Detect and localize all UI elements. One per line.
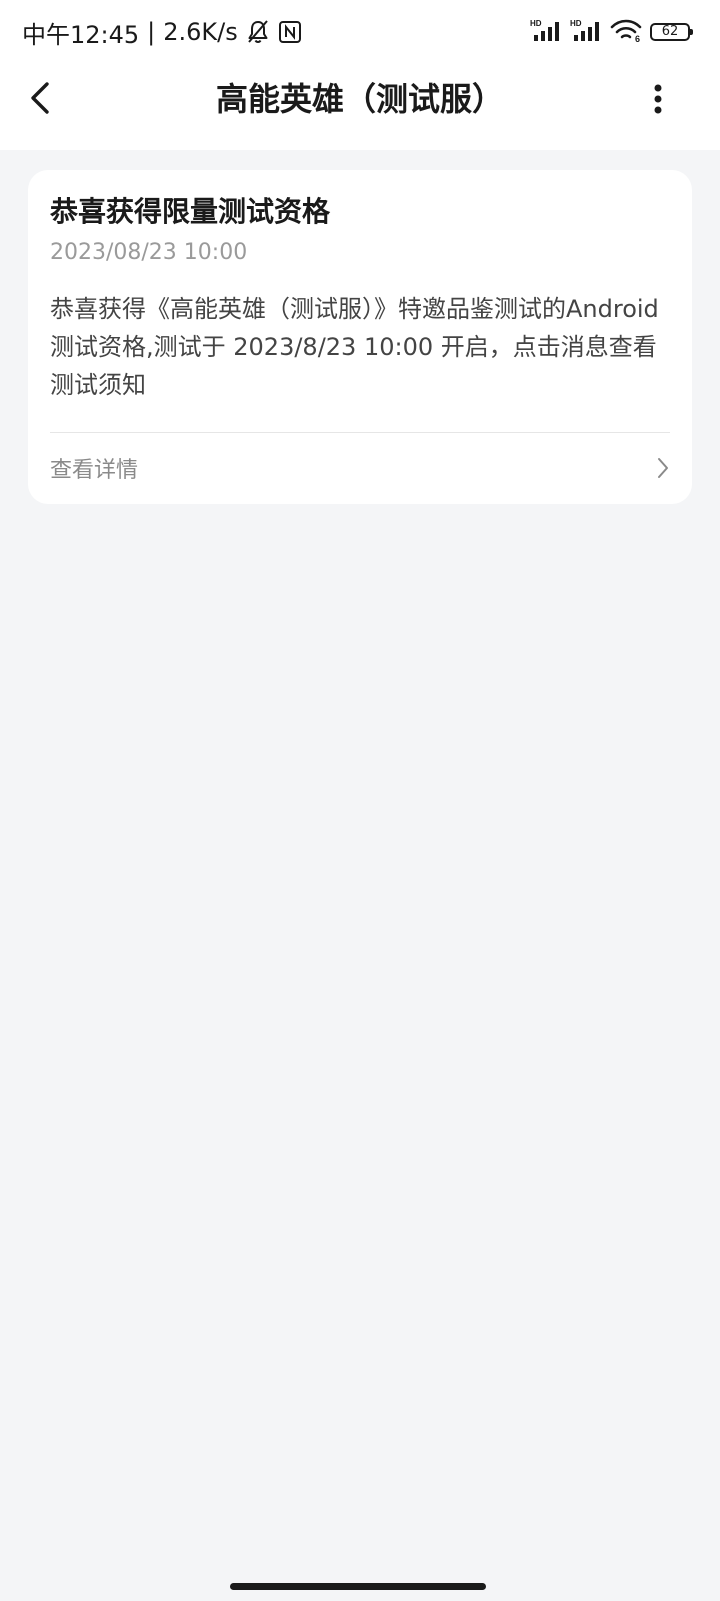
more-vertical-icon xyxy=(654,84,662,114)
page-title: 高能英雄（测试服） xyxy=(215,80,504,118)
bell-off-icon xyxy=(246,19,270,45)
signal-hd-label: HD xyxy=(570,19,582,28)
status-right: HD HD 6 62 xyxy=(530,18,693,46)
status-separator: | xyxy=(147,18,156,46)
status-bar: 中午12:45 | 2.6K/s HD HD 6 62 xyxy=(0,0,720,62)
message-title: 恭喜获得限量测试资格 xyxy=(50,195,331,228)
battery-icon: 62 xyxy=(650,23,693,41)
view-details-link[interactable]: 查看详情 xyxy=(50,433,670,503)
nav-bar: 高能英雄（测试服） xyxy=(0,62,720,142)
wifi-generation-label: 6 xyxy=(635,34,640,42)
message-body: 恭喜获得《高能英雄（测试服）》特邀品鉴测试的Android测试资格,测试于 20… xyxy=(50,295,659,399)
message-time: 2023/08/23 10:00 xyxy=(50,240,248,265)
network-speed: 2.6K/s xyxy=(163,18,238,46)
top-area: 中午12:45 | 2.6K/s HD HD 6 62 高能英雄（测试服） xyxy=(0,0,720,150)
signal-hd-label: HD xyxy=(530,19,542,28)
nfc-icon xyxy=(278,20,302,44)
more-options-button[interactable] xyxy=(638,78,678,120)
signal-icon: HD xyxy=(530,18,562,46)
view-details-label: 查看详情 xyxy=(50,458,139,483)
wifi-icon: 6 xyxy=(610,18,642,46)
home-indicator[interactable] xyxy=(230,1583,486,1590)
message-card[interactable]: 恭喜获得限量测试资格 2023/08/23 10:00 恭喜获得《高能英雄（测试… xyxy=(28,170,692,504)
signal-icon: HD xyxy=(570,18,602,46)
battery-level: 62 xyxy=(661,24,679,39)
status-time: 中午12:45 xyxy=(22,20,140,49)
status-left: 中午12:45 | 2.6K/s xyxy=(22,16,302,49)
chevron-right-icon xyxy=(658,458,668,478)
